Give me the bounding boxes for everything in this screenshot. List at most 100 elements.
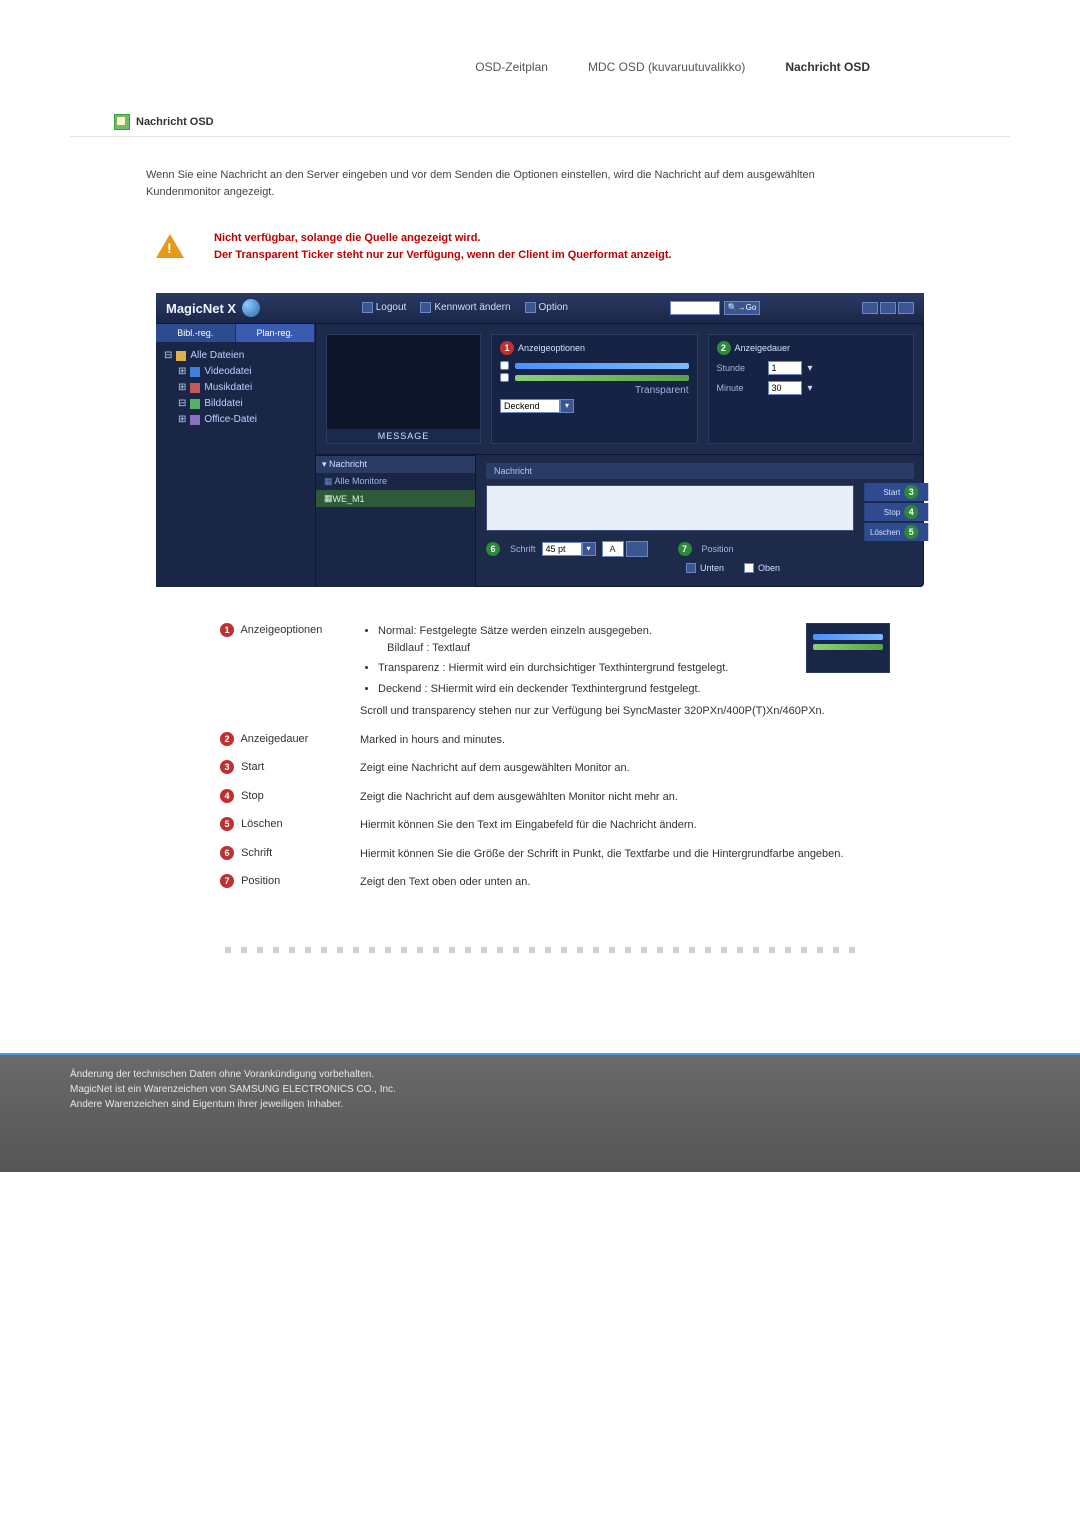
minimize-button[interactable] [862, 302, 878, 314]
search-go-button[interactable]: 🔍→Go [724, 301, 761, 315]
minute-label: Minute [717, 383, 762, 393]
tree-video[interactable]: ⊞Videodatei [178, 364, 307, 380]
option-normal[interactable] [500, 361, 689, 370]
legend-3-label: Start [241, 761, 264, 773]
display-options-box: 1 Anzeigeoptionen Transparent ▾ [491, 334, 698, 444]
marker-4-icon: 4 [904, 505, 918, 519]
intro-text: Wenn Sie eine Nachricht an den Server ei… [70, 167, 1010, 200]
folder-icon [176, 351, 186, 361]
dropdown-icon[interactable]: ▾ [808, 383, 813, 394]
marker-6-icon: 6 [220, 846, 234, 860]
nav-mdc-osd[interactable]: MDC OSD (kuvaruutuvalikko) [588, 60, 745, 74]
option-label: Option [539, 303, 568, 314]
radio-icon [500, 373, 509, 382]
close-button[interactable] [898, 302, 914, 314]
options-title: Anzeigeoptionen [518, 343, 585, 353]
search-input[interactable] [670, 301, 720, 315]
tab-library[interactable]: Bibl.-reg. [156, 324, 236, 342]
file-tree: ⊟Alle Dateien ⊞Videodatei ⊞Musikdatei ⊟B… [156, 342, 315, 434]
warning-text: Nicht verfügbar, solange die Quelle ange… [214, 230, 672, 263]
password-link[interactable]: Kennwort ändern [420, 302, 510, 313]
marker-7-icon: 7 [220, 874, 234, 888]
marker-7-icon: 7 [678, 542, 692, 556]
position-bottom[interactable]: Unten [686, 563, 724, 573]
tree-image[interactable]: ⊟Bilddatei [178, 396, 307, 412]
message-panel: Nachricht Start3 Stop4 Löschen5 6 [476, 455, 924, 587]
legend-2-label: Anzeigedauer [240, 732, 308, 744]
bg-color-button[interactable] [626, 541, 648, 557]
font-color-button[interactable]: A [602, 541, 624, 557]
dropdown-icon[interactable]: ▾ [808, 363, 813, 374]
dropdown-icon[interactable]: ▾ [560, 399, 574, 413]
duration-title: Anzeigedauer [735, 343, 791, 353]
key-icon [420, 302, 431, 313]
font-size-input[interactable] [542, 542, 582, 556]
legend-6-label: Schrift [241, 846, 272, 858]
tree-root[interactable]: ⊟Alle Dateien [164, 348, 307, 364]
duration-box: 2Anzeigedauer Stunde ▾ Minute ▾ [708, 334, 915, 444]
nav-nachricht-osd[interactable]: Nachricht OSD [785, 60, 870, 74]
opacity-select[interactable]: ▾ [500, 399, 574, 413]
message-header: Nachricht [486, 463, 914, 479]
radio-icon [500, 361, 509, 370]
legend-6-desc: Hiermit können Sie die Größe der Schrift… [360, 846, 890, 863]
marker-1-icon: 1 [220, 623, 234, 637]
option-link[interactable]: Option [525, 302, 568, 313]
legend-4-desc: Zeigt die Nachricht auf dem ausgewählten… [360, 789, 890, 806]
stop-button[interactable]: Stop 4 [864, 503, 928, 521]
delete-button[interactable]: Löschen5 [864, 523, 928, 541]
legend-7-desc: Zeigt den Text oben oder unten an. [360, 874, 890, 891]
transparent-label: Transparent [500, 385, 689, 396]
tree-music-label: Musikdatei [204, 380, 252, 396]
legend-thumb [806, 623, 890, 673]
tree-music[interactable]: ⊞Musikdatei [178, 380, 307, 396]
marker-3-icon: 3 [904, 485, 918, 499]
minute-input[interactable] [768, 381, 802, 395]
message-preview: MESSAGE [326, 334, 481, 444]
logout-link[interactable]: Logout [362, 302, 407, 313]
titlebar-links: Logout Kennwort ändern Option [362, 302, 568, 313]
marker-1-icon: 1 [500, 341, 514, 355]
tree-image-label: Bilddatei [204, 396, 242, 412]
start-button[interactable]: Start3 [864, 483, 928, 501]
password-label: Kennwort ändern [434, 303, 510, 314]
gear-icon [525, 302, 536, 313]
footer-line-2: MagicNet ist ein Warenzeichen von SAMSUN… [70, 1082, 1010, 1097]
section-icon [114, 114, 130, 130]
page-footer: Änderung der technischen Daten ohne Vora… [0, 1053, 1080, 1172]
position-top[interactable]: Oben [744, 563, 780, 573]
dropdown-icon[interactable]: ▾ [582, 542, 596, 556]
maximize-button[interactable] [880, 302, 896, 314]
tree-video-label: Videodatei [204, 364, 251, 380]
marker-5-icon: 5 [220, 817, 234, 831]
message-textarea[interactable] [486, 485, 854, 531]
legend-1-note: Scroll und transparency stehen nur zur V… [360, 703, 890, 720]
monitor-selected[interactable]: ▦ WE_M1 [316, 490, 475, 507]
legend-2-desc: Marked in hours and minutes. [360, 732, 890, 749]
tree-office[interactable]: ⊞Office-Datei [178, 412, 307, 428]
logout-label: Logout [376, 303, 407, 314]
option-scroll[interactable] [500, 373, 689, 382]
font-size-select[interactable]: ▾ [542, 542, 596, 556]
video-icon [190, 367, 200, 377]
hour-input[interactable] [768, 361, 802, 375]
checkbox-icon [744, 563, 754, 573]
footer-line-3: Andere Warenzeichen sind Eigentum ihrer … [70, 1097, 1010, 1112]
section-title-text: Nachricht OSD [136, 116, 214, 128]
monitor-all[interactable]: ▦ Alle Monitore [316, 473, 475, 490]
nav-osd-zeitplan[interactable]: OSD-Zeitplan [475, 60, 548, 74]
opacity-input[interactable] [500, 399, 560, 413]
legend-3-desc: Zeigt eine Nachricht auf dem ausgewählte… [360, 760, 890, 777]
checkbox-checked-icon [686, 563, 696, 573]
stop-label: Stop [884, 508, 900, 517]
option-transparent-row: Transparent [500, 385, 689, 396]
tab-schedule[interactable]: Plan-reg. [236, 324, 316, 342]
separator-dots [70, 947, 1010, 953]
warning-line2: Der Transparent Ticker steht nur zur Ver… [214, 247, 672, 264]
sidebar-lower: ▾ Nachricht ▦ Alle Monitore ▦ WE_M1 [316, 455, 476, 587]
position-title: Position [702, 544, 734, 554]
legend-4-label: Stop [241, 789, 264, 801]
nachricht-tree-header[interactable]: ▾ Nachricht [316, 456, 475, 473]
app-brand: MagicNet X [166, 299, 260, 317]
footer-line-1: Änderung der technischen Daten ohne Vora… [70, 1067, 1010, 1082]
